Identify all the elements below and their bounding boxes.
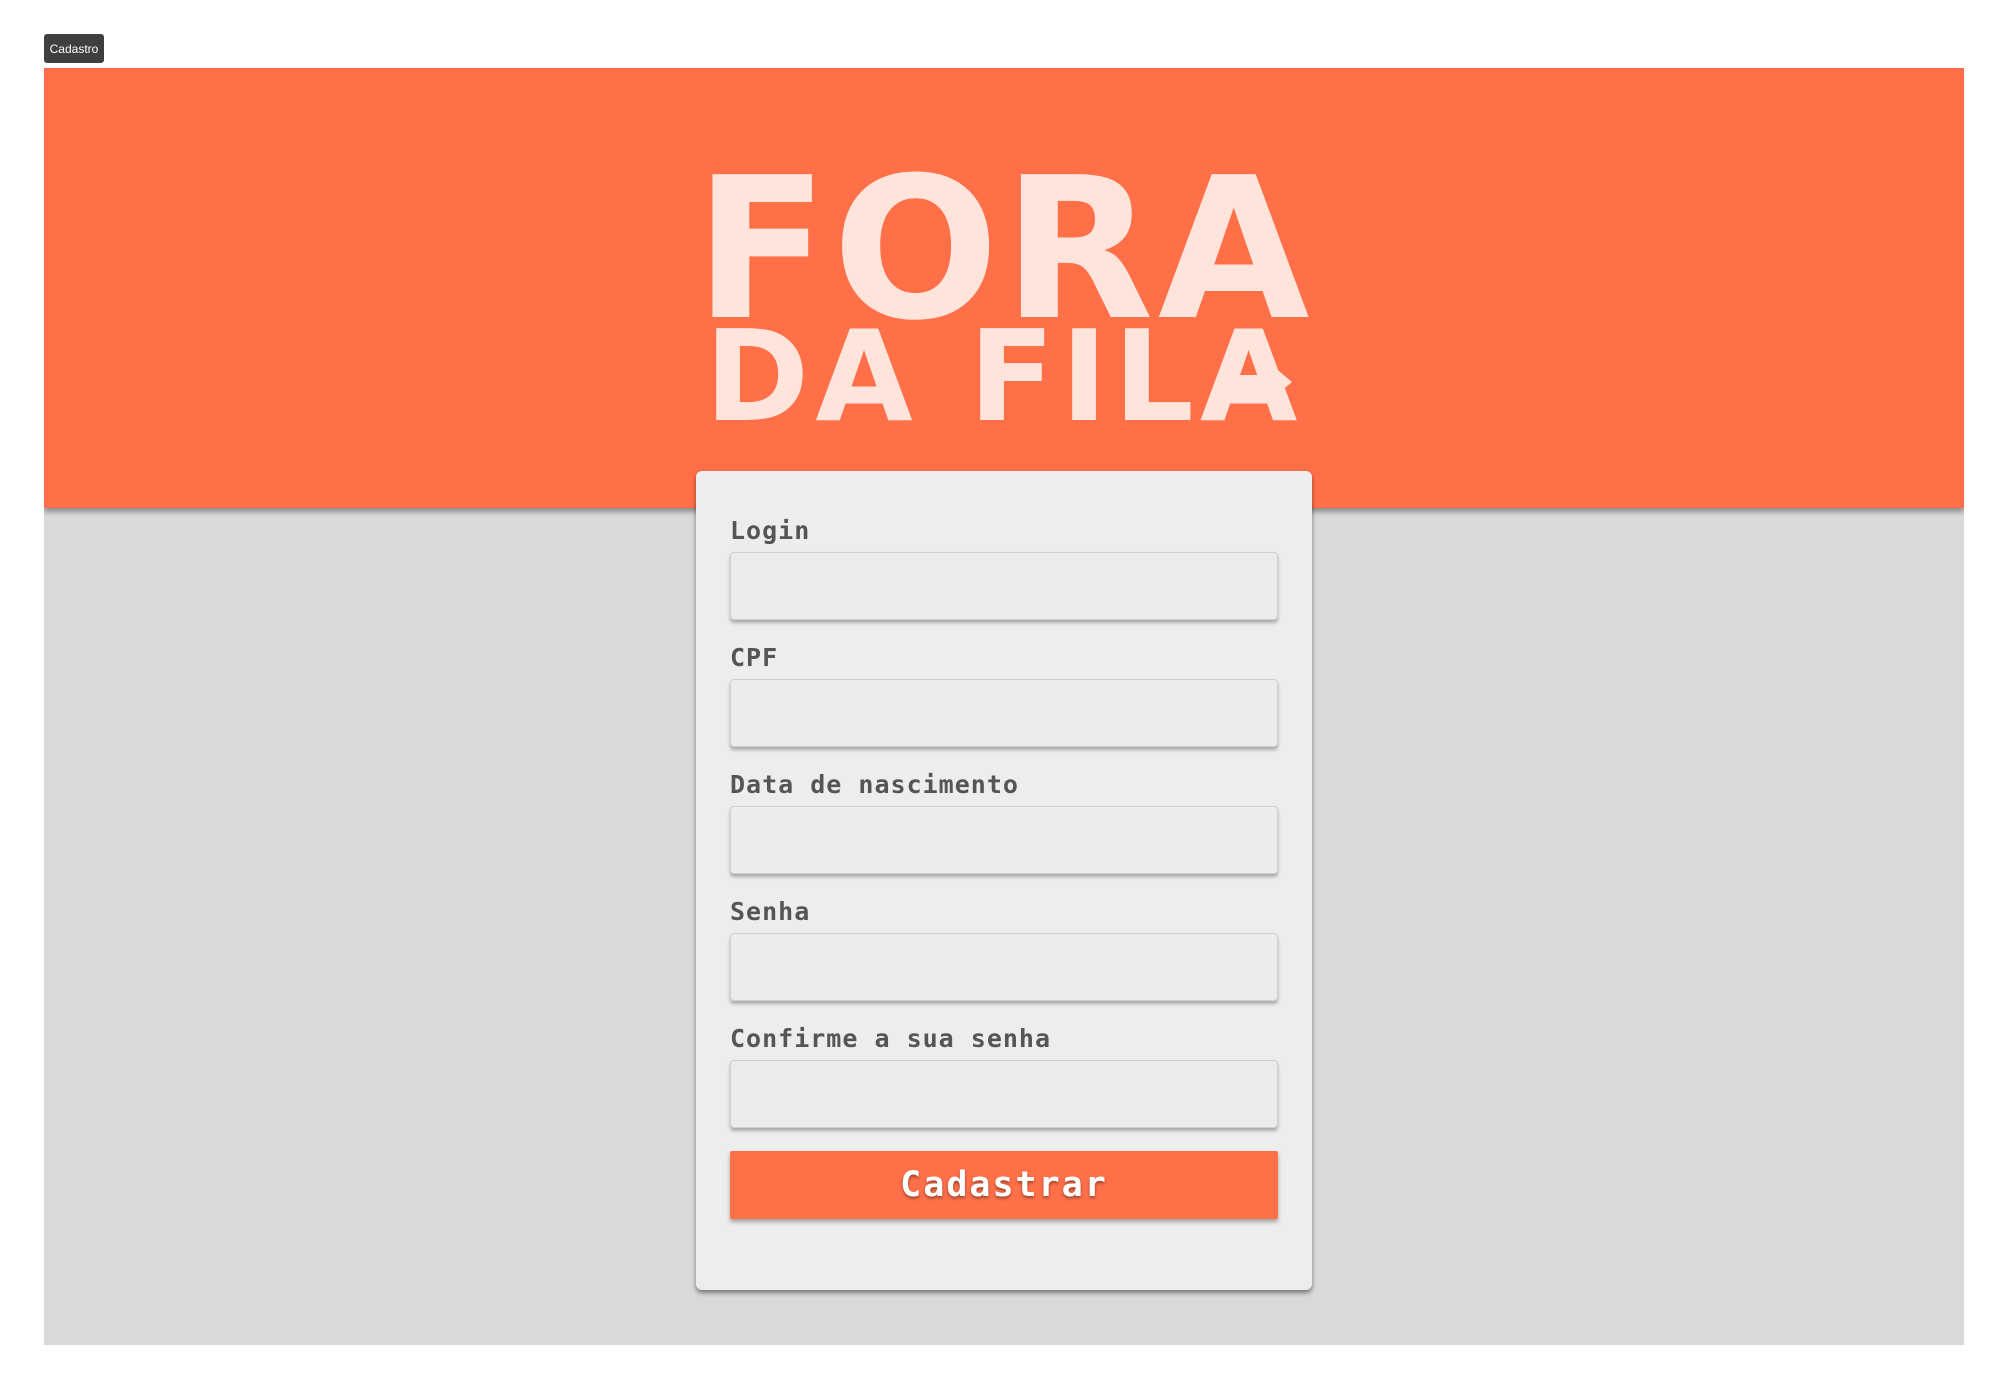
confirm-password-input[interactable] bbox=[730, 1060, 1278, 1128]
password-input[interactable] bbox=[730, 933, 1278, 1001]
register-button[interactable]: Cadastrar bbox=[730, 1151, 1278, 1219]
header-banner: FORA DA FILA bbox=[44, 68, 1964, 508]
brand-logo: FORA DA FILA bbox=[44, 68, 1964, 508]
birthdate-label: Data de nascimento bbox=[730, 770, 1019, 799]
login-label: Login bbox=[730, 516, 811, 545]
frame-label: Cadastro bbox=[44, 34, 104, 63]
password-label: Senha bbox=[730, 897, 811, 926]
login-input[interactable] bbox=[730, 552, 1278, 620]
cpf-label: CPF bbox=[730, 643, 779, 672]
page-canvas: FORA DA FILA Login CPF Data de nasciment… bbox=[44, 68, 1964, 1345]
confirm-password-label: Confirme a sua senha bbox=[730, 1024, 1052, 1053]
birthdate-input[interactable] bbox=[730, 806, 1278, 874]
logo-line-2: DA FILA bbox=[704, 303, 1304, 450]
signup-form: Login CPF Data de nascimento Senha Confi… bbox=[696, 471, 1312, 1290]
cpf-input[interactable] bbox=[730, 679, 1278, 747]
arrow-right-icon bbox=[1228, 360, 1292, 404]
